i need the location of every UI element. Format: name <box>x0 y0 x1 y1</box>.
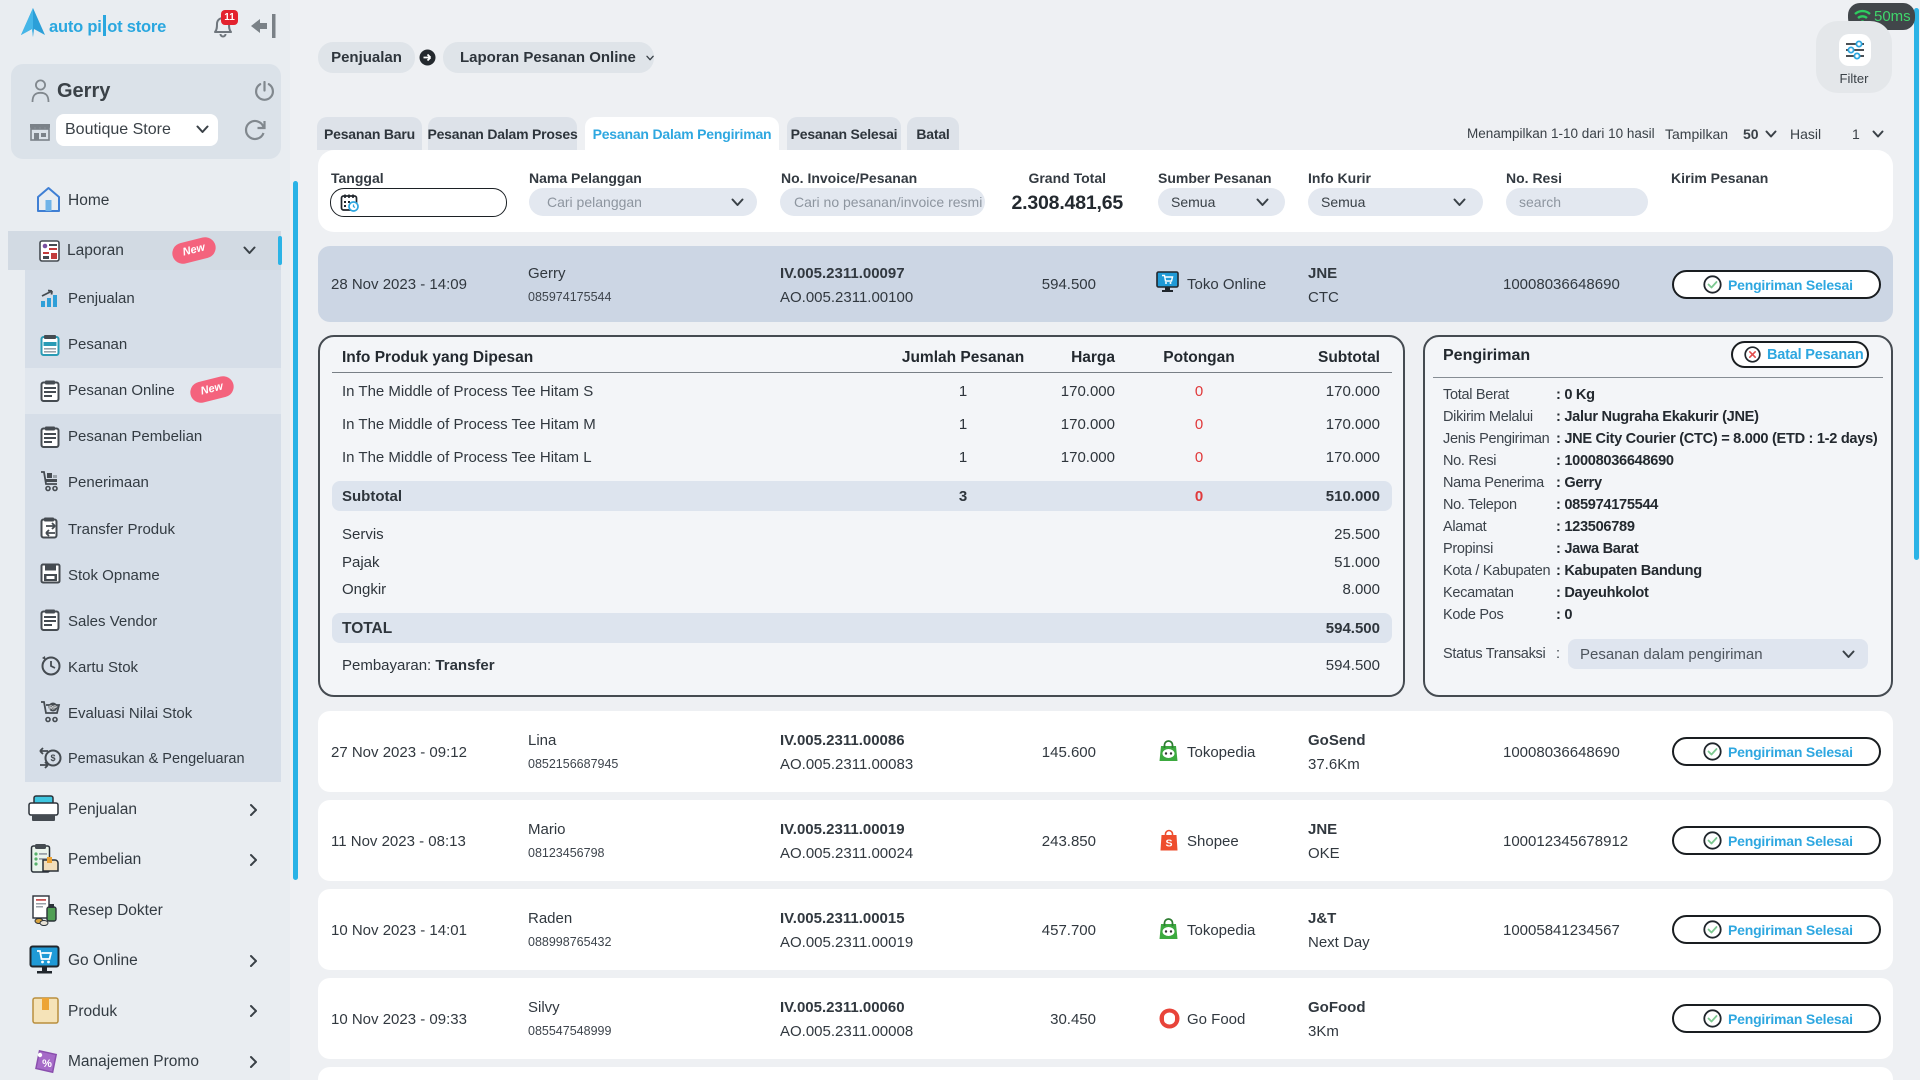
svg-text:%: % <box>42 1058 52 1070</box>
svg-text:S: S <box>1165 838 1172 850</box>
svg-text:$: $ <box>50 753 55 763</box>
svg-text:RP: RP <box>49 705 57 711</box>
